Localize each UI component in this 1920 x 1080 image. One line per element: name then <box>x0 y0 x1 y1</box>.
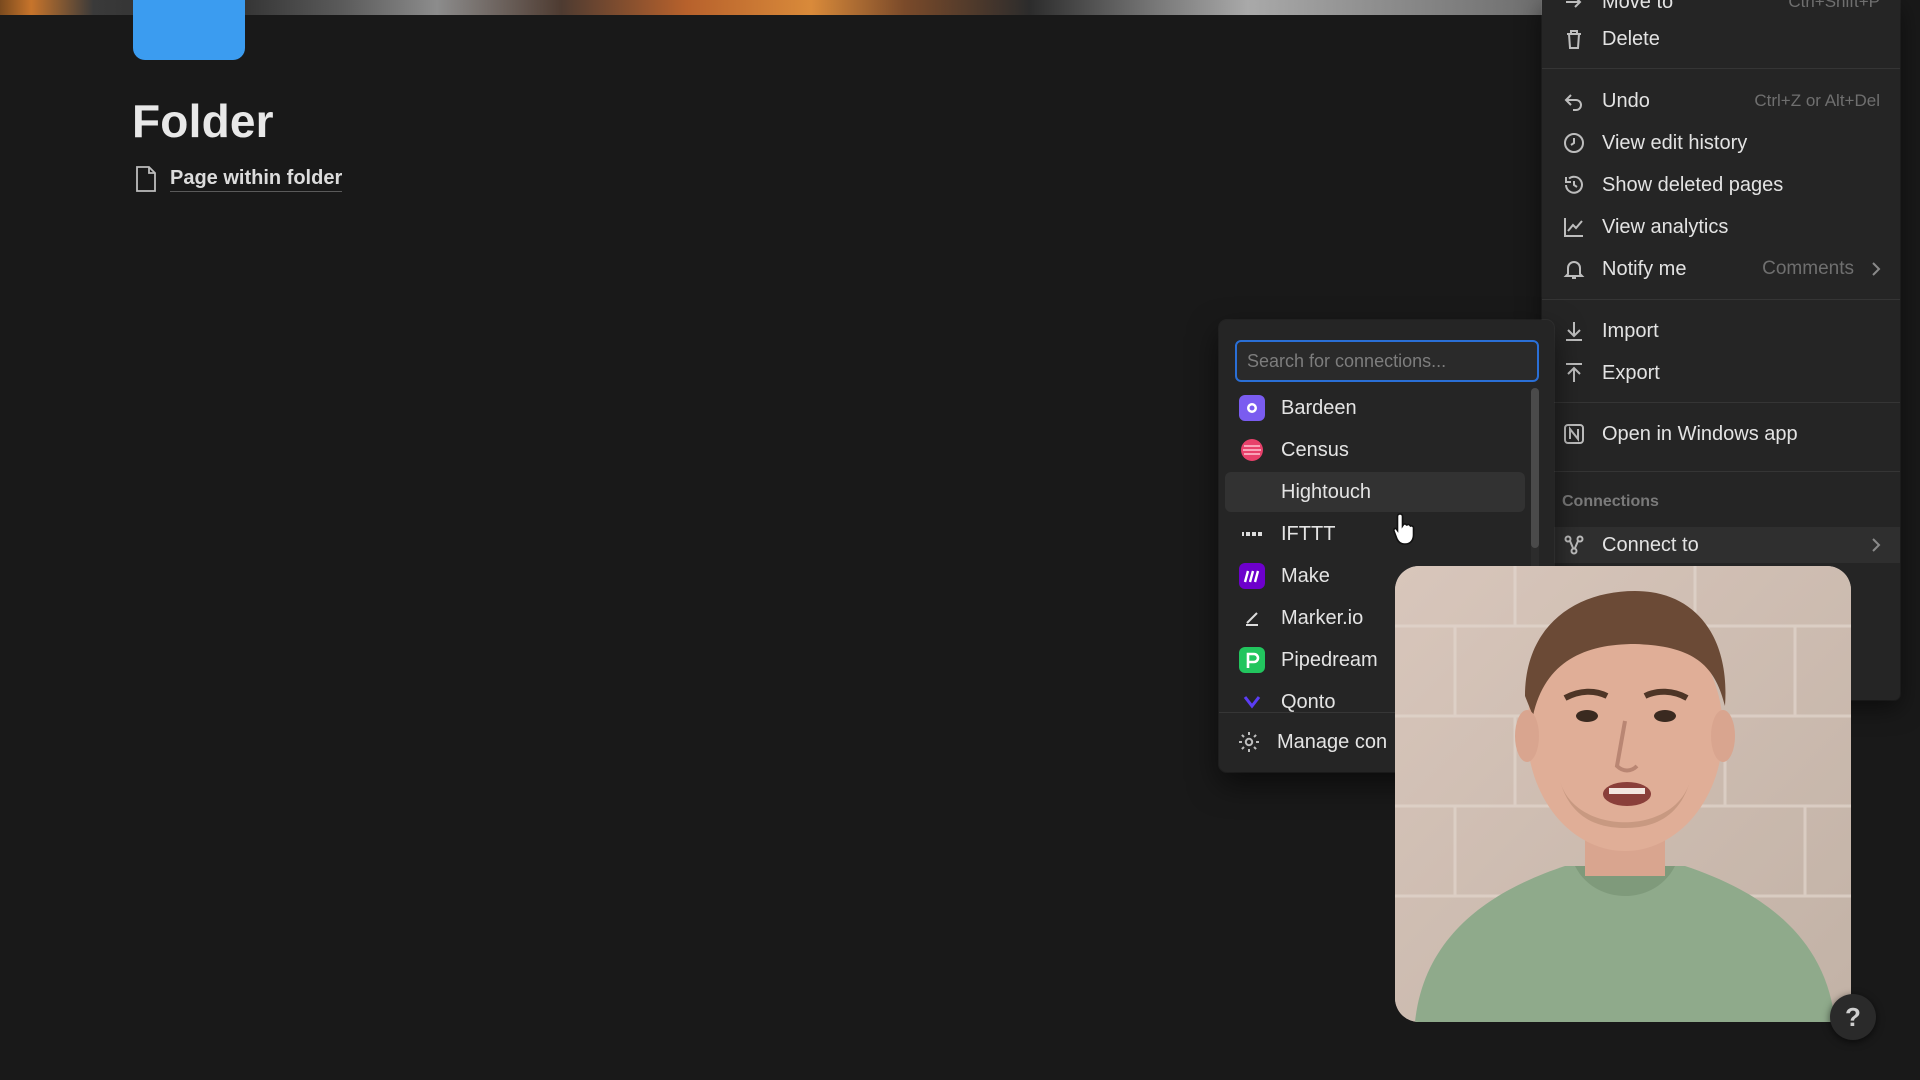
menu-delete[interactable]: Delete <box>1542 21 1900 57</box>
download-icon <box>1562 319 1586 343</box>
menu-show-deleted-pages[interactable]: Show deleted pages <box>1542 167 1900 203</box>
menu-open-in-app-label: Open in Windows app <box>1602 422 1798 445</box>
document-icon <box>134 165 158 193</box>
menu-connect-to-label: Connect to <box>1602 533 1699 556</box>
subpage-link[interactable]: Page within folder <box>134 165 343 193</box>
chevron-right-icon <box>1868 259 1884 284</box>
menu-move-to-shortcut: Ctrl+Shift+P <box>1788 0 1880 11</box>
scrollbar-thumb[interactable] <box>1531 388 1539 548</box>
connection-label: Marker.io <box>1281 606 1364 629</box>
connection-label: Pipedream <box>1281 648 1378 671</box>
connect-icon <box>1562 533 1586 557</box>
make-logo-icon <box>1239 563 1265 589</box>
menu-open-in-app[interactable]: Open in Windows app <box>1542 416 1900 452</box>
menu-import-label: Import <box>1602 319 1659 342</box>
menu-divider <box>1542 402 1900 403</box>
subpage-label[interactable]: Page within folder <box>170 167 343 192</box>
menu-view-edit-history[interactable]: View edit history <box>1542 125 1900 161</box>
page-title[interactable]: Folder <box>132 94 274 148</box>
menu-import[interactable]: Import <box>1542 313 1900 349</box>
menu-view-analytics[interactable]: View analytics <box>1542 209 1900 245</box>
menu-undo-label: Undo <box>1602 89 1650 112</box>
menu-notify-me-label: Notify me <box>1602 257 1687 280</box>
chevron-right-icon <box>1868 535 1884 560</box>
menu-move-to[interactable]: Move to Ctrl+Shift+P <box>1542 0 1900 20</box>
menu-divider <box>1542 299 1900 300</box>
menu-undo-shortcut: Ctrl+Z or Alt+Del <box>1754 91 1880 110</box>
menu-view-analytics-label: View analytics <box>1602 215 1729 238</box>
connection-label: IFTTT <box>1281 522 1336 545</box>
connection-item-census[interactable]: Census <box>1225 430 1525 470</box>
restore-icon <box>1562 173 1586 197</box>
ifttt-logo-icon <box>1239 521 1265 547</box>
pipedream-logo-icon <box>1239 647 1265 673</box>
hand-cursor-icon <box>1392 512 1418 551</box>
move-to-icon <box>1562 0 1586 14</box>
manage-connections-label: Manage con <box>1277 731 1388 753</box>
folder-icon[interactable] <box>133 0 245 60</box>
census-logo-icon <box>1239 437 1265 463</box>
menu-export[interactable]: Export <box>1542 355 1900 391</box>
menu-move-to-label: Move to <box>1602 0 1674 13</box>
connections-search-input[interactable] <box>1235 340 1539 382</box>
menu-view-edit-history-label: View edit history <box>1602 131 1748 154</box>
menu-delete-label: Delete <box>1602 27 1660 50</box>
connection-label: Census <box>1281 438 1349 461</box>
help-button[interactable]: ? <box>1830 994 1876 1040</box>
qonto-logo-icon <box>1239 689 1265 713</box>
menu-connect-to[interactable]: Connect to <box>1542 527 1900 563</box>
menu-export-label: Export <box>1602 361 1660 384</box>
connection-label: Hightouch <box>1281 480 1372 503</box>
upload-icon <box>1562 361 1586 385</box>
connection-item-ifttt[interactable]: IFTTT <box>1225 514 1525 554</box>
notion-page: Folder Page within folder Move to Ctrl+S… <box>0 0 1920 1080</box>
presenter-video-frame <box>1395 566 1851 1022</box>
chart-icon <box>1562 215 1586 239</box>
undo-icon <box>1562 89 1586 113</box>
menu-undo[interactable]: Undo Ctrl+Z or Alt+Del <box>1542 83 1900 119</box>
connection-item-hightouch[interactable]: Hightouch <box>1225 472 1525 512</box>
notion-app-icon <box>1562 422 1586 446</box>
menu-notify-me-value: Comments <box>1762 258 1854 279</box>
connections-section-heading: Connections <box>1562 493 1659 510</box>
trash-icon <box>1562 27 1586 51</box>
connection-item-bardeen[interactable]: Bardeen <box>1225 388 1525 428</box>
menu-divider <box>1542 471 1900 472</box>
menu-show-deleted-pages-label: Show deleted pages <box>1602 173 1784 196</box>
bardeen-logo-icon <box>1239 395 1265 421</box>
gear-icon <box>1237 730 1261 759</box>
webcam-video <box>1395 566 1851 1022</box>
menu-divider <box>1542 68 1900 69</box>
bell-icon <box>1562 257 1586 281</box>
connection-label: Make <box>1281 564 1330 587</box>
clock-icon <box>1562 131 1586 155</box>
connection-label: Qonto <box>1281 690 1336 713</box>
marker-io-logo-icon <box>1239 605 1265 631</box>
menu-notify-me[interactable]: Notify me Comments <box>1542 251 1900 287</box>
connection-label: Bardeen <box>1281 396 1357 419</box>
